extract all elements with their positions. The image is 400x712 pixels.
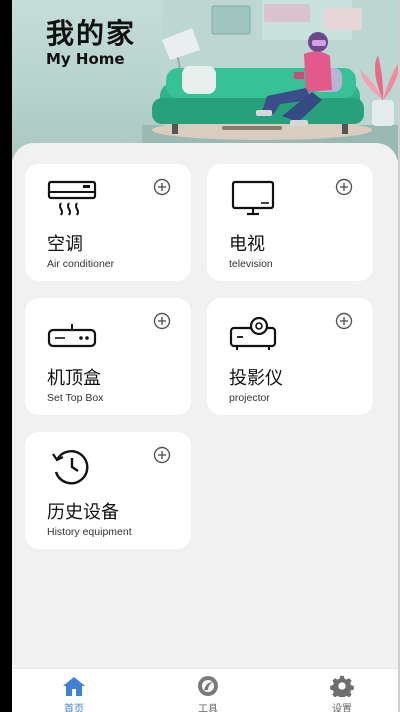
device-name: 历史设备 (47, 502, 119, 523)
device-name-english: Set Top Box (47, 392, 104, 404)
tab-home[interactable]: 首页 (34, 669, 114, 712)
bottom-tab-bar: 首页 工具 设置 (12, 668, 398, 712)
device-name: 空调 (47, 234, 83, 255)
tab-label: 首页 (64, 704, 84, 712)
add-device-icon[interactable] (335, 312, 353, 330)
device-card-air-conditioner[interactable]: 空调 Air conditioner (25, 164, 191, 281)
tab-tools[interactable]: 工具 (168, 669, 248, 712)
page-title: 我的家 (46, 17, 137, 50)
device-card-television[interactable]: 电视 television (207, 164, 373, 281)
device-panel: 空调 Air conditioner 电视 television 机顶盒 Set… (12, 143, 398, 673)
device-name-english: projector (229, 392, 270, 404)
projector-icon (229, 316, 277, 350)
device-name: 电视 (229, 234, 265, 255)
device-name: 机顶盒 (47, 368, 101, 389)
tab-label: 设置 (332, 704, 352, 712)
add-device-icon[interactable] (153, 446, 171, 464)
tab-settings[interactable]: 设置 (302, 669, 382, 712)
add-device-icon[interactable] (153, 312, 171, 330)
left-edge-bar (0, 0, 12, 712)
page-subtitle: My Home (46, 50, 125, 68)
device-card-history-equipment[interactable]: 历史设备 History equipment (25, 432, 191, 549)
home-icon (63, 677, 85, 696)
device-name-english: History equipment (47, 526, 132, 538)
history-icon (52, 450, 89, 485)
device-card-projector[interactable]: 投影仪 projector (207, 298, 373, 415)
tv-icon (231, 180, 275, 216)
hero-banner: 我的家 My Home (12, 0, 398, 160)
tab-label: 工具 (198, 704, 218, 712)
add-device-icon[interactable] (153, 178, 171, 196)
device-name-english: Air conditioner (47, 258, 115, 270)
app-screen: 我的家 My Home 空调 Air conditioner 电视 televi… (12, 0, 398, 712)
gear-icon (330, 675, 354, 697)
tools-icon (198, 676, 218, 696)
device-name: 投影仪 (229, 368, 283, 389)
air-conditioner-icon (47, 180, 97, 216)
device-name-english: television (229, 258, 273, 270)
set-top-box-icon (47, 324, 97, 348)
add-device-icon[interactable] (335, 178, 353, 196)
device-card-set-top-box[interactable]: 机顶盒 Set Top Box (25, 298, 191, 415)
